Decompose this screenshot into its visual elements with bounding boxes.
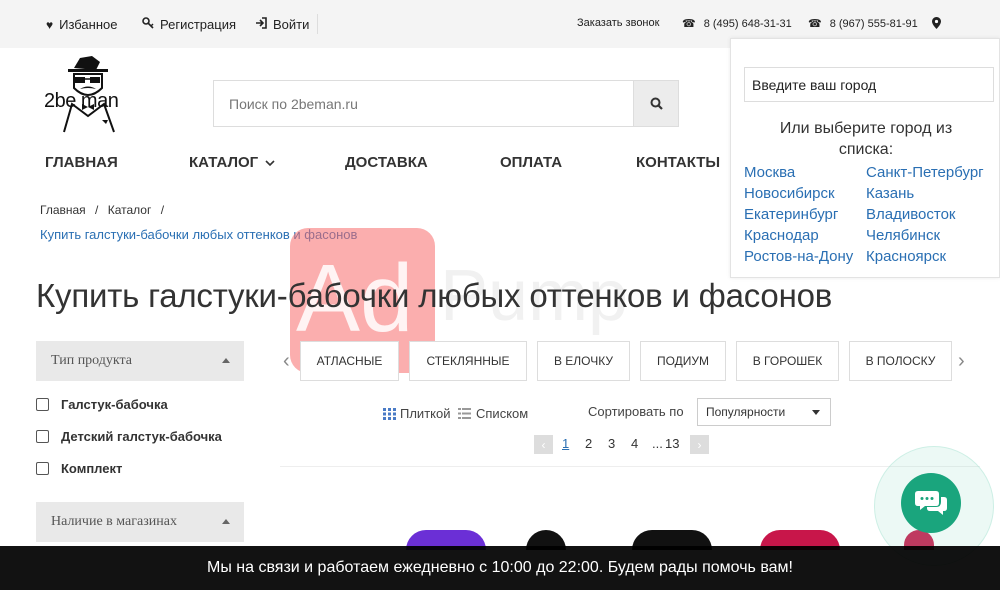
chevron-left-icon: ‹ [541, 437, 546, 452]
working-hours-banner: Мы на связи и работаем ежедневно с 10:00… [0, 546, 1000, 590]
heart-icon: ♥ [46, 17, 54, 32]
nav-catalog[interactable]: КАТАЛОГ [189, 154, 275, 171]
filter-option-label: Детский галстук-бабочка [61, 429, 222, 444]
filter-option-label: Галстук-бабочка [61, 397, 168, 412]
filter-availability-toggle[interactable]: Наличие в магазинах [36, 502, 244, 542]
city-link[interactable]: Екатеринбург [744, 206, 838, 223]
filter-availability-title: Наличие в магазинах [51, 514, 177, 529]
register-label: Регистрация [160, 17, 236, 32]
sign-in-icon [255, 17, 267, 32]
city-link[interactable]: Ростов-на-Дону [744, 248, 853, 265]
filter-option-bowtie[interactable]: Галстук-бабочка [36, 397, 168, 412]
breadcrumb-sep: / [95, 203, 99, 217]
filter-option-kids-bowtie[interactable]: Детский галстук-бабочка [36, 429, 222, 444]
grid-icon [383, 407, 396, 420]
nav-delivery[interactable]: ДОСТАВКА [345, 154, 428, 171]
breadcrumb-catalog[interactable]: Каталог [108, 203, 152, 217]
filter-option-label: Комплект [61, 461, 123, 476]
tag-podium[interactable]: ПОДИУМ [640, 341, 726, 381]
view-tiles[interactable]: Плиткой [383, 406, 450, 421]
checkbox[interactable] [36, 430, 49, 443]
site-logo[interactable]: 2be man [44, 54, 156, 134]
login-label: Войти [273, 17, 310, 32]
chat-bubbles-icon [915, 491, 947, 515]
phone-1-number: 8 (495) 648-31-31 [703, 17, 792, 30]
page-title: Купить галстуки-бабочки любых оттенков и… [36, 277, 833, 314]
view-tiles-label: Плиткой [400, 406, 451, 421]
nav-contacts[interactable]: КОНТАКТЫ [636, 154, 720, 171]
register-link[interactable]: Регистрация [142, 17, 236, 32]
chevron-down-icon [265, 160, 275, 167]
checkbox[interactable] [36, 462, 49, 475]
page-link-3[interactable]: 3 [608, 436, 615, 451]
divider [280, 466, 980, 467]
favorites-link[interactable]: ♥ Избанное [46, 17, 117, 32]
nav-payment[interactable]: ОПЛАТА [500, 154, 562, 171]
caret-up-icon [222, 519, 230, 524]
search-button[interactable] [633, 81, 678, 126]
breadcrumb: Главная / Каталог / [40, 203, 170, 217]
tags-next-arrow[interactable]: › [958, 350, 965, 373]
view-list-label: Списком [476, 406, 529, 421]
city-link[interactable]: Казань [866, 185, 914, 202]
city-link[interactable]: Краснодар [744, 227, 819, 244]
sort-label: Сортировать по [588, 404, 684, 419]
city-link[interactable]: Санкт-Петербург [866, 164, 984, 181]
tags-prev-arrow[interactable]: ‹ [283, 350, 290, 373]
divider [317, 14, 318, 34]
tag-satin[interactable]: АТЛАСНЫЕ [300, 341, 399, 381]
search-input[interactable] [214, 81, 634, 126]
city-link[interactable]: Москва [744, 164, 795, 181]
page-link-last[interactable]: 13 [665, 436, 679, 451]
city-search-input[interactable] [744, 67, 994, 102]
breadcrumb-sep: / [160, 203, 165, 217]
city-prompt: Или выберите город из списка: [779, 120, 953, 158]
phone-2-number: 8 (967) 555-81-91 [829, 17, 918, 30]
tag-polka-dot[interactable]: В ГОРОШЕК [736, 341, 839, 381]
search-icon [650, 97, 663, 110]
tag-stripe[interactable]: В ПОЛОСКУ [849, 341, 952, 381]
nav-home[interactable]: ГЛАВНАЯ [45, 154, 118, 171]
page-link-4[interactable]: 4 [631, 436, 638, 451]
login-link[interactable]: Войти [255, 17, 309, 32]
phone-1[interactable]: ☎ 8 (495) 648-31-31 [682, 17, 792, 31]
filter-option-set[interactable]: Комплект [36, 461, 122, 476]
filter-product-type-title: Тип продукта [51, 353, 133, 368]
checkbox[interactable] [36, 398, 49, 411]
phone-icon: ☎ [808, 18, 822, 30]
page-link-2[interactable]: 2 [585, 436, 592, 451]
callback-label: Заказать звонок [577, 17, 660, 29]
sort-selected-value: Популярности [706, 405, 786, 419]
page-prev-button[interactable]: ‹ [534, 435, 553, 454]
page-ellipsis: ... [652, 436, 663, 451]
city-selector-dropdown: Или выберите город из списка: Москва Нов… [730, 38, 1000, 278]
list-icon [458, 408, 471, 419]
location-button[interactable] [932, 17, 941, 32]
breadcrumb-home[interactable]: Главная [40, 203, 86, 217]
city-link[interactable]: Владивосток [866, 206, 955, 223]
city-link[interactable]: Новосибирск [744, 185, 835, 202]
caret-down-icon [812, 410, 820, 415]
sort-select[interactable]: Популярности [697, 398, 831, 426]
map-marker-icon [932, 17, 941, 32]
favorites-label: Избанное [59, 17, 118, 32]
page-next-button[interactable]: › [690, 435, 709, 454]
nav-catalog-label: КАТАЛОГ [189, 154, 259, 171]
search-bar [213, 80, 679, 127]
callback-link[interactable]: Заказать звонок [577, 17, 659, 29]
caret-up-icon [222, 358, 230, 363]
key-icon [142, 17, 154, 32]
view-list[interactable]: Списком [458, 406, 528, 421]
filter-product-type-toggle[interactable]: Тип продукта [36, 341, 244, 381]
page-link-1[interactable]: 1 [562, 436, 569, 451]
tag-glass[interactable]: СТЕКЛЯННЫЕ [409, 341, 527, 381]
logo-text: 2be man [44, 90, 119, 112]
city-link[interactable]: Челябинск [866, 227, 940, 244]
tag-herringbone[interactable]: В ЕЛОЧКУ [537, 341, 630, 381]
chat-button[interactable] [901, 473, 961, 533]
city-link[interactable]: Красноярск [866, 248, 946, 265]
phone-2[interactable]: ☎ 8 (967) 555-81-91 [808, 17, 918, 31]
phone-icon: ☎ [682, 18, 696, 30]
chevron-right-icon: › [697, 437, 702, 452]
